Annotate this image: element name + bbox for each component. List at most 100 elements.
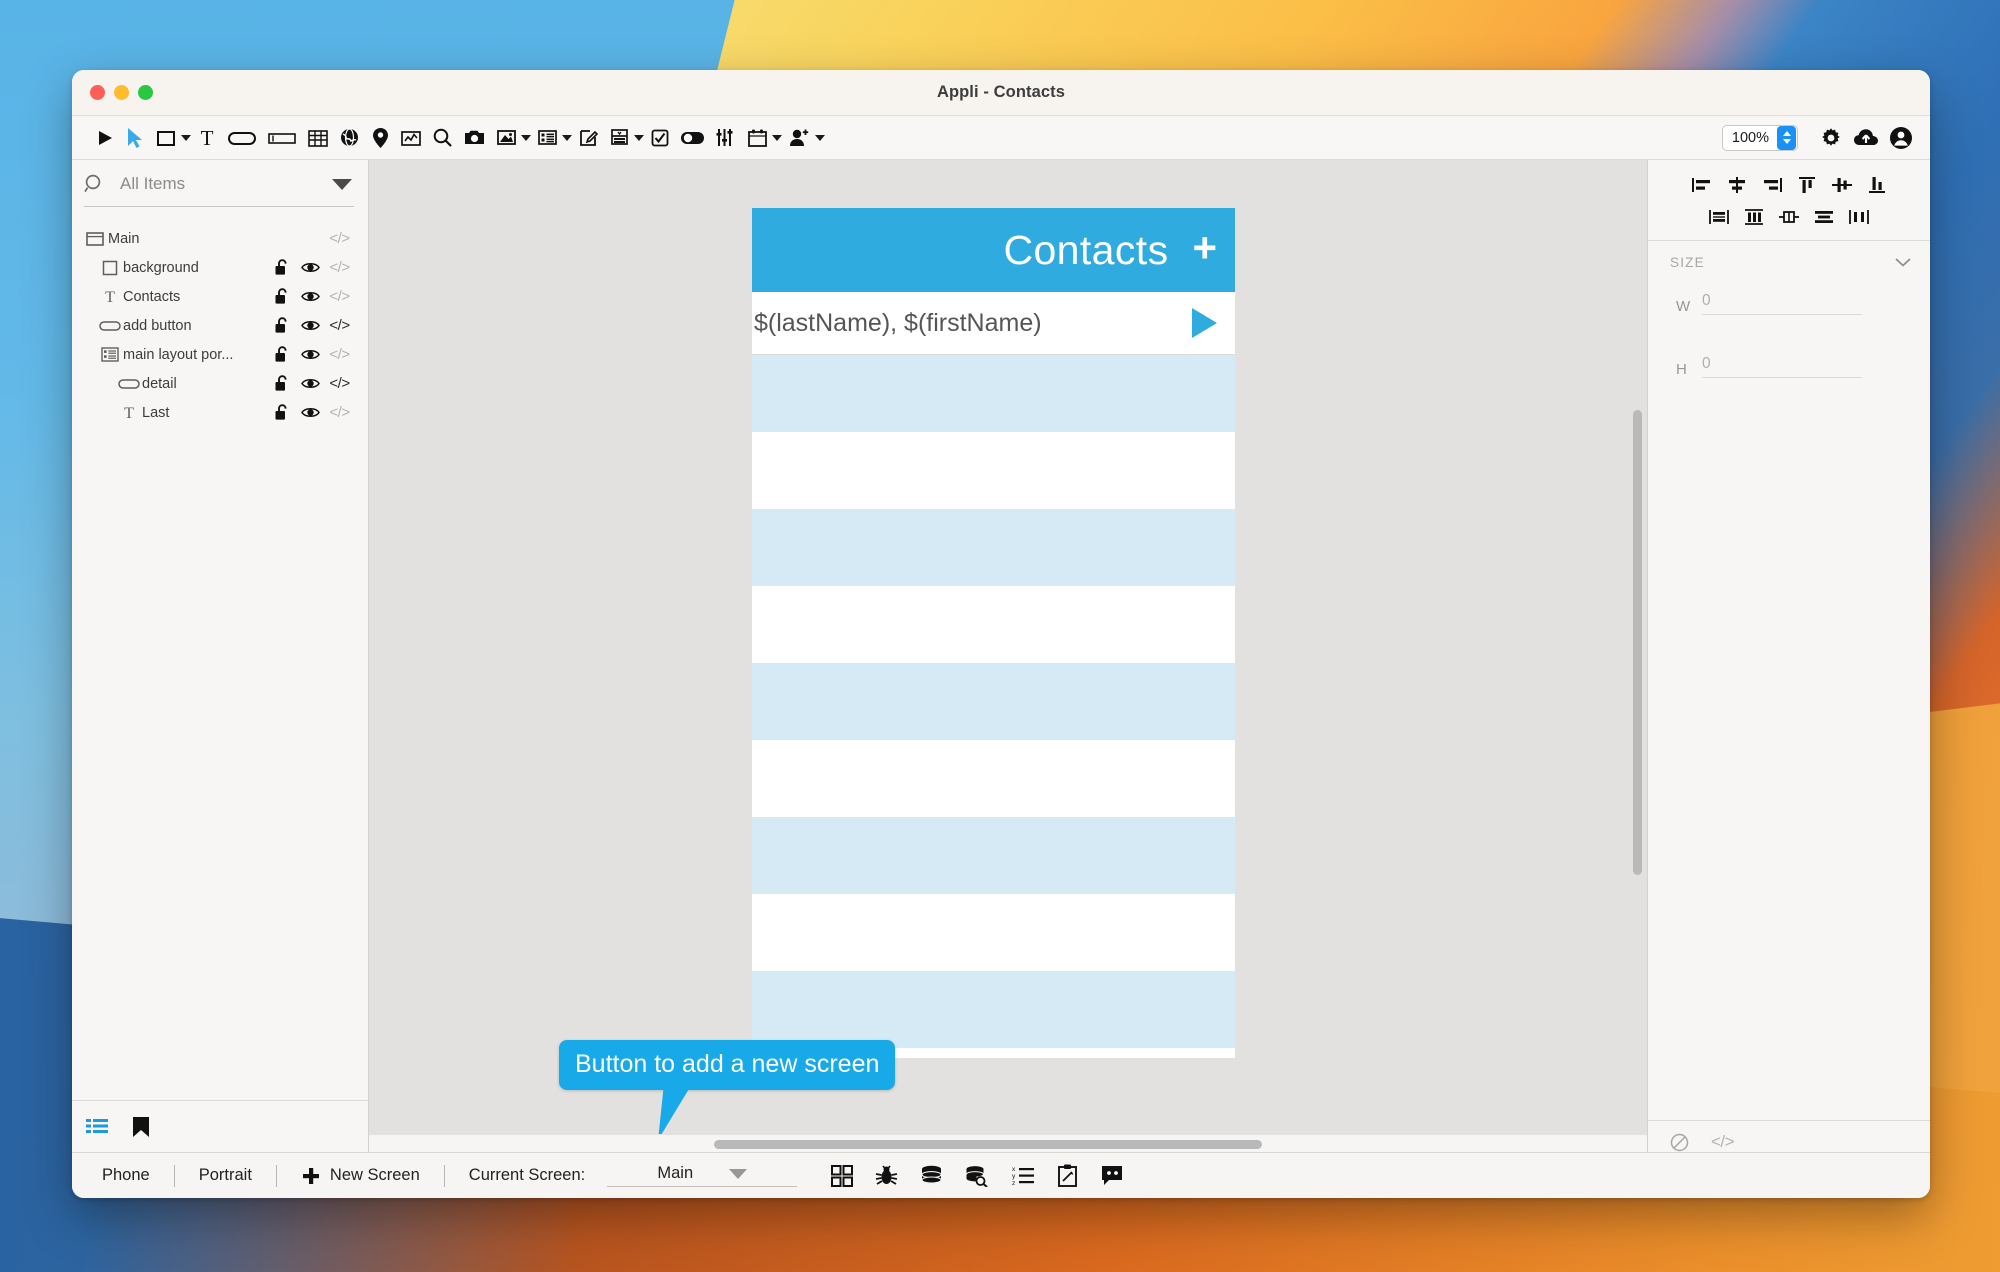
add-contact-button[interactable]: + (1192, 227, 1217, 269)
eye-icon[interactable] (296, 406, 325, 419)
chevron-down-icon[interactable] (181, 134, 191, 141)
distribute-vertical-icon[interactable] (1739, 204, 1769, 229)
search-field[interactable]: All Items (84, 165, 354, 207)
sort-list-icon[interactable]: xyz (1011, 1165, 1035, 1187)
orientation-label[interactable]: Portrait (199, 1166, 252, 1185)
chevron-down-icon[interactable] (521, 134, 531, 141)
size-section-header[interactable]: SIZE (1648, 241, 1930, 278)
database-search-icon[interactable] (965, 1165, 989, 1187)
search-icon[interactable] (427, 122, 458, 154)
phone-detail-row[interactable]: $(lastName), $(firstName) (752, 292, 1235, 355)
rectangle-icon[interactable] (150, 122, 192, 154)
camera-icon[interactable] (458, 122, 491, 154)
align-right-icon[interactable] (1757, 172, 1787, 197)
tree-item-background[interactable]: background </> (72, 253, 368, 282)
zoom-control[interactable]: 100% (1721, 124, 1798, 151)
calendar-icon[interactable] (742, 122, 783, 154)
clipboard-edit-icon[interactable] (1057, 1164, 1078, 1187)
height-field-row[interactable]: H 0 (1648, 315, 1930, 378)
table-icon[interactable] (302, 122, 334, 154)
unlock-icon[interactable] (267, 375, 296, 392)
phone-mockup[interactable]: Contacts + $(lastName), $(firstName) (752, 208, 1235, 1058)
code-icon[interactable]: </> (325, 375, 354, 392)
unlock-icon[interactable] (267, 404, 296, 421)
device-type-label[interactable]: Phone (102, 1166, 150, 1185)
list-item[interactable] (752, 432, 1235, 509)
height-input[interactable]: 0 (1702, 355, 1862, 378)
zoom-stepper[interactable] (1777, 125, 1796, 150)
chevron-down-icon[interactable] (815, 134, 825, 141)
bookmark-icon[interactable] (132, 1116, 150, 1138)
width-field-row[interactable]: W 0 (1648, 278, 1930, 315)
tree-item-detail[interactable]: detail </> (72, 369, 368, 398)
eye-icon[interactable] (296, 290, 325, 303)
cloud-upload-icon[interactable] (1848, 122, 1884, 154)
chevron-down-icon[interactable] (772, 134, 782, 141)
tree-item-main[interactable]: Main </> (72, 224, 368, 253)
unlock-icon[interactable] (267, 288, 296, 305)
grid-apps-icon[interactable] (831, 1164, 854, 1187)
checkbox-icon[interactable] (645, 122, 675, 154)
rounded-button-icon[interactable] (222, 122, 262, 154)
list-item[interactable] (752, 509, 1235, 586)
list-item[interactable] (752, 971, 1235, 1048)
search-input[interactable]: All Items (106, 174, 330, 194)
text-field-icon[interactable] (262, 122, 302, 154)
text-icon[interactable]: T (192, 122, 222, 154)
globe-icon[interactable] (334, 122, 365, 154)
list-item[interactable] (752, 586, 1235, 663)
tree-item-contacts[interactable]: T Contacts </> (72, 282, 368, 311)
list-item[interactable] (752, 817, 1235, 894)
code-icon[interactable]: </> (1711, 1132, 1735, 1152)
edit-note-icon[interactable] (573, 122, 604, 154)
eye-icon[interactable] (296, 319, 325, 332)
bug-icon[interactable] (875, 1164, 898, 1187)
pointer-icon[interactable] (120, 122, 150, 154)
chat-icon[interactable] (1100, 1165, 1124, 1186)
width-input[interactable]: 0 (1702, 292, 1862, 315)
code-icon[interactable]: </> (325, 346, 354, 363)
unlock-icon[interactable] (267, 346, 296, 363)
play-icon[interactable] (1192, 308, 1217, 338)
code-icon[interactable]: </> (325, 404, 354, 421)
code-icon[interactable]: </> (325, 259, 354, 276)
list-item[interactable] (752, 355, 1235, 432)
align-middle-vertical-icon[interactable] (1827, 172, 1857, 197)
filter-dropdown-icon[interactable] (330, 176, 354, 192)
new-screen-button[interactable]: New Screen (301, 1166, 420, 1186)
chevron-down-icon[interactable] (1894, 257, 1912, 268)
list-view-icon[interactable] (86, 1118, 108, 1136)
unlock-icon[interactable] (267, 259, 296, 276)
distribute-left-icon[interactable] (1704, 204, 1734, 229)
list-item[interactable] (752, 663, 1235, 740)
distribute-spacing-icon[interactable] (1844, 204, 1874, 229)
align-center-horizontal-icon[interactable] (1722, 172, 1752, 197)
distribute-center-icon[interactable] (1809, 204, 1839, 229)
toggle-icon[interactable] (675, 122, 710, 154)
eye-icon[interactable] (296, 348, 325, 361)
database-icon[interactable] (920, 1165, 943, 1187)
image-icon[interactable] (491, 122, 532, 154)
account-icon[interactable] (1884, 122, 1918, 154)
canvas-horizontal-scroll-thumb[interactable] (714, 1140, 1262, 1149)
tree-item-main-layout[interactable]: main layout por... </> (72, 340, 368, 369)
no-style-icon[interactable] (1670, 1133, 1689, 1152)
canvas-vertical-scrollbar[interactable] (1633, 410, 1642, 875)
align-bottom-icon[interactable] (1862, 172, 1892, 197)
distribute-horizontal-icon[interactable] (1774, 204, 1804, 229)
current-screen-dropdown[interactable]: Main (607, 1164, 798, 1187)
eye-icon[interactable] (296, 377, 325, 390)
eye-icon[interactable] (296, 261, 325, 274)
align-top-icon[interactable] (1792, 172, 1822, 197)
chart-icon[interactable] (395, 122, 427, 154)
list-item[interactable] (752, 894, 1235, 971)
chevron-down-icon[interactable] (634, 134, 644, 141)
code-icon[interactable]: </> (325, 317, 354, 334)
tree-item-add-button[interactable]: add button </> (72, 311, 368, 340)
map-pin-icon[interactable] (365, 122, 395, 154)
sliders-icon[interactable] (710, 122, 742, 154)
gear-icon[interactable] (1814, 122, 1848, 154)
tree-item-last[interactable]: T Last </> (72, 398, 368, 427)
code-icon[interactable]: </> (325, 288, 354, 305)
list-item[interactable] (752, 740, 1235, 817)
